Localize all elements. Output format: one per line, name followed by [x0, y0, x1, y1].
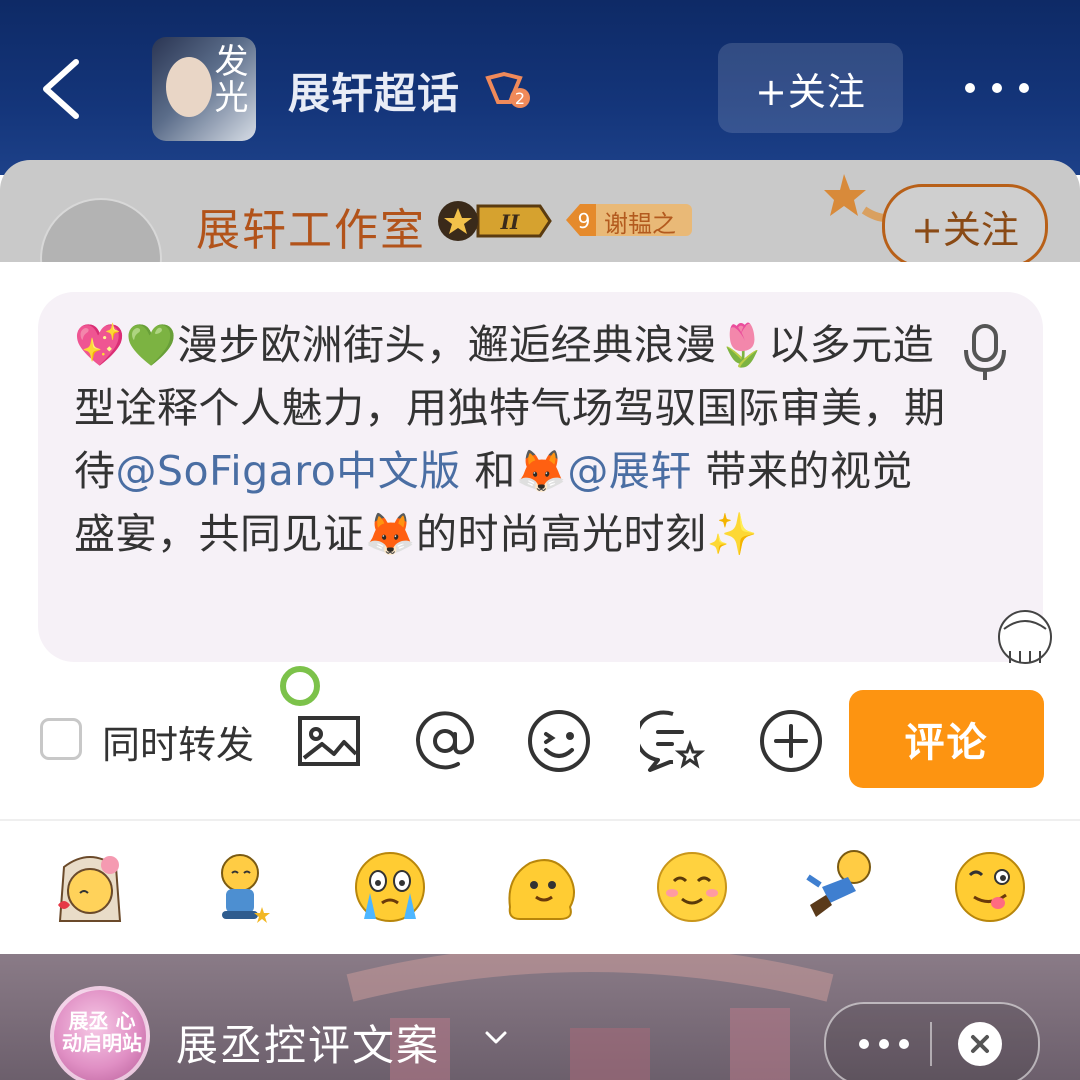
yummy-emoji-icon[interactable] [950, 847, 1030, 927]
add-icon[interactable] [758, 708, 824, 774]
repost-checkbox[interactable] [40, 718, 82, 760]
avatar-portrait [166, 57, 212, 117]
post-author-card: 展轩工作室 II 9 谢韫之 +关注 [0, 160, 1080, 270]
supertopic-avatar[interactable]: 发光 [152, 37, 256, 141]
page-title: 展轩超话 [288, 69, 461, 118]
comment-text-part: 和🦊 [460, 447, 568, 495]
more-options-icon[interactable] [856, 1034, 912, 1054]
level-badge-number: 2 [515, 89, 525, 108]
fan-badge-label: 谢韫之 [604, 210, 676, 238]
miniapp-capsule [824, 1002, 1040, 1080]
repost-label[interactable]: 同时转发 [102, 714, 254, 769]
emoji-icon[interactable] [526, 708, 592, 774]
sticker-peek-icon [998, 610, 1052, 664]
quick-emoji-row [0, 847, 1080, 937]
fan-badge: 9 谢韫之 [564, 200, 694, 240]
flying-emoji-icon[interactable] [800, 847, 880, 927]
veil-girl-emoji-icon[interactable] [50, 847, 130, 927]
image-icon[interactable] [296, 708, 362, 774]
avatar-caption: 发光 [208, 43, 248, 115]
smile-emoji-icon[interactable] [652, 847, 732, 927]
top-bar: 发光 展轩超话 2 +关注 [0, 0, 1080, 175]
mention-zhanxuan[interactable]: @展轩 [567, 447, 692, 495]
bottom-floating-bar: 展丞 心动启明站 展丞控评文案 [0, 954, 1080, 1080]
avatar-caption: 展丞 心动启明站 [62, 1009, 142, 1055]
submit-comment-button[interactable]: 评论 [849, 690, 1044, 788]
supertopic-level-badge-icon: 2 [485, 71, 530, 108]
comment-sheet: 💖💚漫步欧洲街头，邂逅经典浪漫🌷以多元造型诠释个人魅力，用独特气场驾驭国际审美，… [0, 262, 1080, 954]
account-avatar[interactable]: 展丞 心动启明站 [50, 986, 150, 1080]
crown-level-badge-icon: II [438, 201, 552, 241]
at-icon[interactable] [412, 708, 478, 774]
follow-author-button[interactable]: +关注 [882, 184, 1048, 268]
chevron-down-icon[interactable] [484, 1030, 508, 1046]
more-options-icon[interactable] [962, 78, 1032, 98]
crown-level-text: II [500, 210, 520, 234]
comment-toolbar: 同时转发 评论 [0, 690, 1080, 790]
melting-emoji-icon[interactable] [500, 847, 580, 927]
crying-emoji-icon[interactable] [350, 847, 430, 927]
account-title[interactable]: 展丞控评文案 [176, 1012, 440, 1073]
mention-sofigaro[interactable]: @SoFigaro中文版 [116, 447, 461, 495]
back-arrow-icon[interactable] [38, 58, 88, 120]
close-icon[interactable] [956, 1020, 1004, 1068]
follow-supertopic-button[interactable]: +关注 [718, 43, 903, 133]
microphone-icon[interactable] [960, 322, 1010, 382]
author-avatar[interactable] [40, 198, 162, 270]
author-name[interactable]: 展轩工作室 [196, 194, 426, 258]
divider [0, 819, 1080, 821]
fan-level-number: 9 [578, 209, 591, 233]
topic-icon[interactable] [640, 708, 706, 774]
comment-input[interactable]: 💖💚漫步欧洲街头，邂逅经典浪漫🌷以多元造型诠释个人魅力，用独特气场驾驭国际审美，… [38, 292, 1043, 706]
comment-text[interactable]: 💖💚漫步欧洲街头，邂逅经典浪漫🌷以多元造型诠释个人魅力，用独特气场驾驭国际审美，… [74, 314, 954, 566]
capsule-divider [930, 1022, 932, 1066]
shy-sit-emoji-icon[interactable] [200, 847, 280, 927]
